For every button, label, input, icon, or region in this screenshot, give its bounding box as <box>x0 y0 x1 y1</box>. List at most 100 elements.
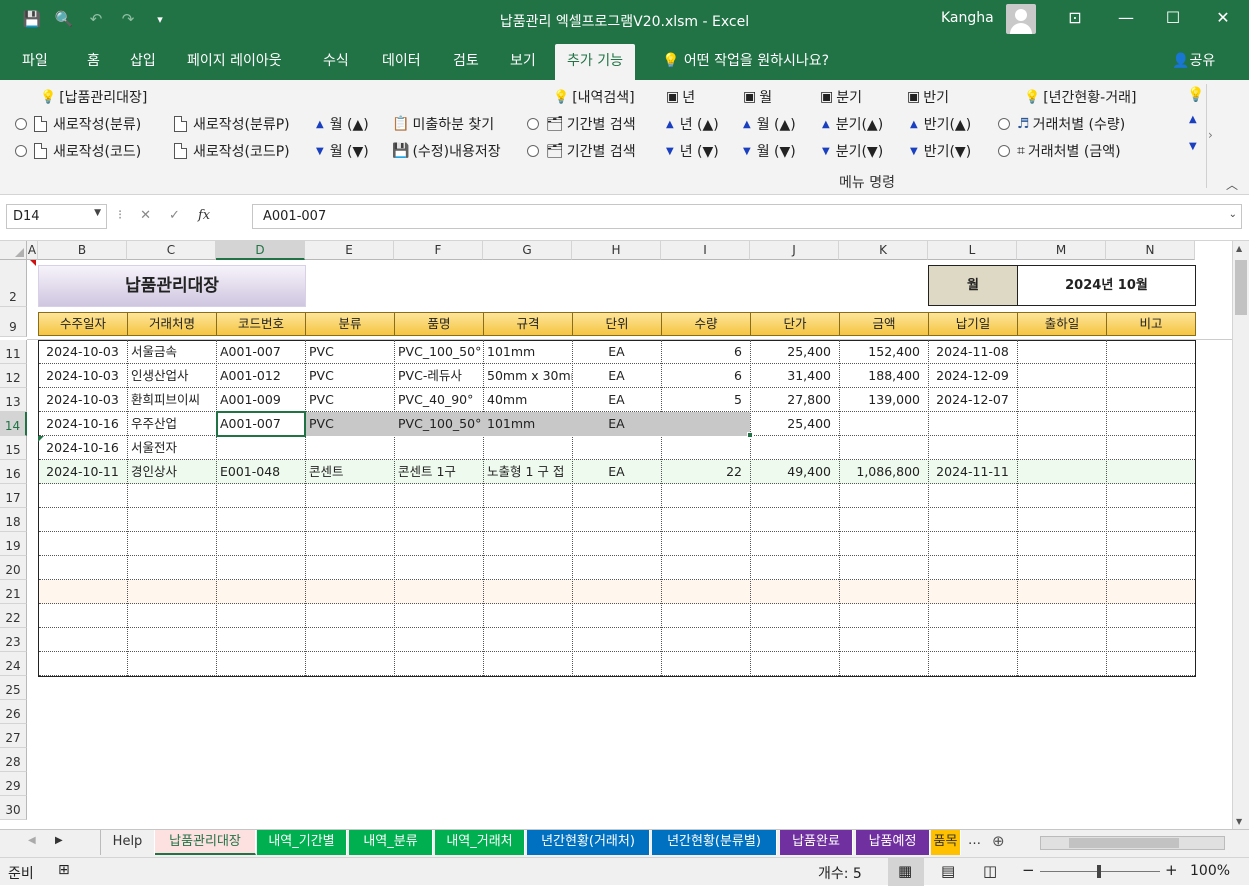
table-cell[interactable] <box>1017 388 1106 412</box>
zoom-out-icon[interactable]: − <box>1022 861 1035 879</box>
avatar[interactable] <box>1006 4 1036 34</box>
table-cell[interactable]: 25,400 <box>750 340 839 364</box>
table-cell[interactable]: 2024-11-08 <box>928 340 1017 364</box>
sheet-tab[interactable]: 년간현황(분류별) <box>652 830 777 855</box>
horizontal-scrollbar[interactable] <box>1040 836 1225 850</box>
table-cell[interactable]: 서울전자 <box>127 436 216 460</box>
ribbon-year-down[interactable]: ▼ 년 (▼) <box>666 141 719 161</box>
table-cell[interactable]: PVC_100_50° <box>394 340 483 364</box>
ribbon-new-by-code-p[interactable]: 새로작성(코드P) <box>174 141 290 161</box>
user-name[interactable]: Kangha <box>941 10 994 26</box>
sheet-tab[interactable]: Help <box>100 830 155 855</box>
row-header-9[interactable]: 9 <box>0 307 27 337</box>
tab-formulas[interactable]: 수식 <box>317 50 355 80</box>
table-cell[interactable]: 101mm <box>483 412 572 436</box>
table-cell[interactable]: 25,400 <box>750 412 839 436</box>
share-button[interactable]: 👤공유 <box>1172 50 1215 70</box>
macro-record-icon[interactable]: ⊞ <box>58 862 70 878</box>
tab-home[interactable]: 홈 <box>81 50 106 80</box>
column-header-g[interactable]: G <box>483 241 572 260</box>
table-cell[interactable] <box>1017 340 1106 364</box>
table-cell[interactable]: 2024-10-11 <box>38 460 127 484</box>
scrollbar-thumb[interactable] <box>1235 260 1247 315</box>
row-header-22[interactable]: 22 <box>0 604 27 628</box>
month-value[interactable]: 2024년 10월 <box>1017 265 1196 306</box>
ribbon-more-up[interactable]: ▲ <box>1189 114 1200 125</box>
sheet-tab[interactable]: 납품예정 <box>856 830 930 855</box>
ribbon-year-button[interactable]: ▣ 년 <box>666 87 695 107</box>
column-header-m[interactable]: M <box>1017 241 1106 260</box>
table-cell[interactable]: 콘센트 1구 <box>394 460 483 484</box>
table-cell[interactable]: EA <box>572 460 661 484</box>
table-cell[interactable] <box>1106 436 1195 460</box>
column-header-c[interactable]: C <box>127 241 216 260</box>
table-cell[interactable] <box>1106 364 1195 388</box>
column-header-d[interactable]: D <box>216 241 305 260</box>
table-cell[interactable]: 2024-10-16 <box>38 436 127 460</box>
ribbon-more-bulb[interactable]: 💡 <box>1187 87 1204 103</box>
tell-me-search[interactable]: 💡 어떤 작업을 원하시나요? <box>662 50 829 70</box>
table-cell[interactable] <box>661 412 750 436</box>
column-header-e[interactable]: E <box>305 241 394 260</box>
row-header-30[interactable]: 30 <box>0 796 27 820</box>
ribbon-search-title[interactable]: 💡 [내역검색] <box>553 87 635 107</box>
table-cell[interactable]: 152,400 <box>839 340 928 364</box>
table-cell[interactable]: PVC_40_90° <box>394 388 483 412</box>
column-header-k[interactable]: K <box>839 241 928 260</box>
minimize-icon[interactable]: — <box>1111 8 1141 27</box>
table-cell[interactable] <box>750 436 839 460</box>
page-break-view-icon[interactable]: ◫ <box>983 862 997 880</box>
column-header-j[interactable]: J <box>750 241 839 260</box>
table-cell[interactable] <box>394 436 483 460</box>
row-header-15[interactable]: 15 <box>0 436 27 460</box>
tab-data[interactable]: 데이터 <box>376 50 427 80</box>
table-cell[interactable]: 경인상사 <box>127 460 216 484</box>
table-cell[interactable] <box>1106 340 1195 364</box>
ribbon-client-amount[interactable]: ⌗ 거래처별 (금액) <box>998 141 1121 161</box>
table-cell[interactable]: PVC <box>305 412 394 436</box>
table-cell[interactable]: 6 <box>661 340 750 364</box>
select-all-corner[interactable] <box>0 241 27 260</box>
table-cell[interactable] <box>661 436 750 460</box>
table-cell[interactable] <box>572 436 661 460</box>
table-cell[interactable]: E001-048 <box>216 460 305 484</box>
ribbon-quarter-button[interactable]: ▣ 분기 <box>820 87 862 107</box>
ribbon-new-by-category-p[interactable]: 새로작성(분류P) <box>174 114 290 134</box>
worksheet-grid[interactable]: A B C D E F G H I J K L M N 2 9 11 12 13 14 15 16 17 18 19 20 21 22… <box>0 241 1232 829</box>
next-sheet-icon[interactable]: ▶ <box>55 835 63 846</box>
insert-function-icon[interactable]: fx <box>198 208 210 223</box>
fill-handle[interactable] <box>747 432 753 438</box>
scroll-up-icon[interactable]: ▲ <box>1236 244 1242 253</box>
column-header-a[interactable]: A <box>27 241 38 260</box>
ribbon-more-down[interactable]: ▼ <box>1189 141 1200 152</box>
table-cell[interactable] <box>928 436 1017 460</box>
table-cell[interactable]: 우주산업 <box>127 412 216 436</box>
table-cell[interactable] <box>1017 436 1106 460</box>
table-cell[interactable]: 27,800 <box>750 388 839 412</box>
ribbon-display-icon[interactable]: ⊡ <box>1060 8 1090 27</box>
expand-formula-icon[interactable]: ⌄ <box>1229 209 1237 220</box>
zoom-slider-thumb[interactable] <box>1097 865 1101 878</box>
table-cell[interactable]: 1,086,800 <box>839 460 928 484</box>
table-cell[interactable]: 인생산업사 <box>127 364 216 388</box>
ribbon-half-button[interactable]: ▣ 반기 <box>907 87 949 107</box>
sheet-tab[interactable]: 품목 <box>931 830 961 855</box>
table-cell[interactable]: 40mm <box>483 388 572 412</box>
row-header-25[interactable]: 25 <box>0 676 27 700</box>
tab-review[interactable]: 검토 <box>447 50 485 80</box>
table-cell[interactable]: 6 <box>661 364 750 388</box>
table-cell[interactable]: PVC-레듀사 <box>394 364 483 388</box>
enter-icon[interactable]: ✓ <box>169 208 180 223</box>
add-sheet-icon[interactable]: ⊕ <box>992 832 1005 850</box>
table-cell[interactable]: 2024-10-03 <box>38 388 127 412</box>
name-box[interactable]: D14 ▼ <box>6 204 107 229</box>
row-header-20[interactable]: 20 <box>0 556 27 580</box>
table-cell[interactable] <box>216 436 305 460</box>
table-cell[interactable]: 2024-12-09 <box>928 364 1017 388</box>
row-header-17[interactable]: 17 <box>0 484 27 508</box>
ribbon-period-search[interactable]: 🗂 기간별 검색 <box>527 114 636 134</box>
row-header-13[interactable]: 13 <box>0 388 27 412</box>
table-cell[interactable]: PVC_100_50° <box>394 412 483 436</box>
table-cell[interactable]: PVC <box>305 340 394 364</box>
ribbon-half-down[interactable]: ▼ 반기(▼) <box>910 141 971 161</box>
